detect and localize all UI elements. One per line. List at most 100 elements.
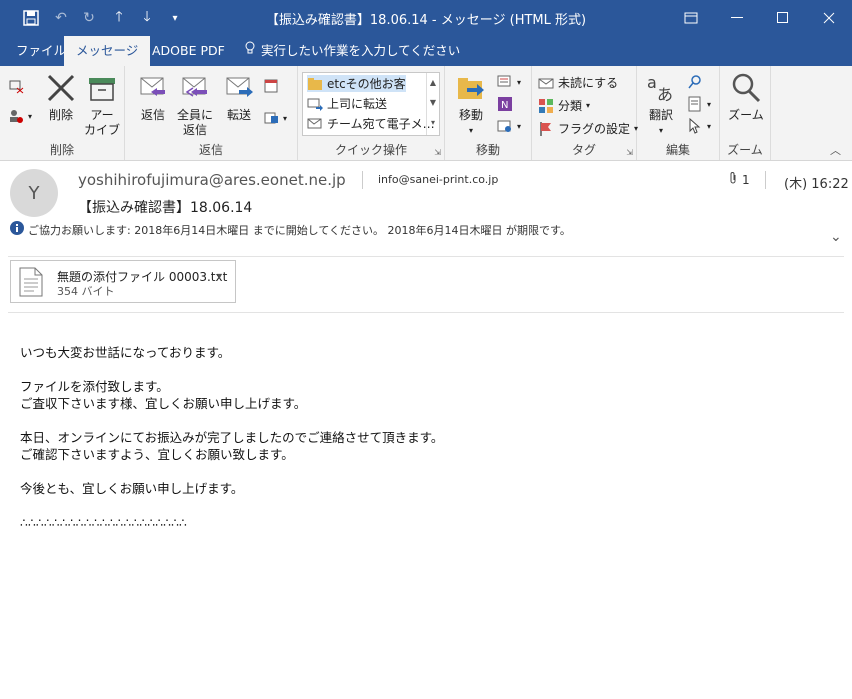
select-button[interactable]: ▾ [687,117,712,134]
restore-icon[interactable] [668,0,714,36]
close-icon[interactable] [806,0,852,36]
tab-adobe-pdf[interactable]: ADOBE PDF [140,36,237,66]
title-bar: ↶ ↻ 🡑 🡓 ▾ 【振込み確認書】18.06.14 - メッセージ (HTML… [0,0,852,36]
zoom-group-label: ズーム [727,143,763,157]
respond-group-label: 返信 [198,143,223,157]
reply-icon [137,72,169,104]
chevron-down-icon: ▾ [283,113,288,123]
quick-step-label: etcその他お客 [327,77,406,91]
quick-steps-group: etcその他お客 上司に転送 チーム宛て電子メ… ▲ ▼ ▾ クイック操作 ⇲ [298,66,445,160]
junk-button[interactable]: ▾ [8,108,32,124]
follow-up-button[interactable]: フラグの設定 ▾ [538,120,638,137]
quick-step-label: チーム宛て電子メ… [327,117,435,131]
categorize-button[interactable]: 分類 ▾ [538,97,590,114]
move-label: 移動 [458,108,483,122]
attachment-dropdown-icon[interactable]: ▾ [217,271,222,282]
onenote-button[interactable]: N [497,96,513,112]
reply-all-button[interactable]: 全員に 返信 [175,72,215,138]
info-bar: ご協力お願いします: 2018年6月14日木曜日 までに開始してください。 20… [10,221,571,238]
sender-address[interactable]: yoshihirofujimura@ares.eonet.ne.jp [78,171,346,189]
forward-icon [223,72,255,104]
tags-group-label: タグ [571,143,596,157]
archive-button[interactable]: アー カイブ [84,72,120,138]
svg-text:a: a [647,73,657,92]
body-line: ご確認下さいますよう、宜しくお願い致します。 [20,447,294,462]
move-group-label: 移動 [475,143,500,157]
chevron-down-icon: ▾ [517,121,522,131]
move-button[interactable]: 移動 ▾ [453,72,489,138]
more-respond-icon [263,110,279,126]
chevron-down-icon: ▾ [586,101,591,110]
team-email-icon [307,116,323,132]
attachment-chip[interactable]: 無題の添付ファイル 00003.txt 354 バイト ▾ [10,260,236,303]
tags-group: 未読にする 分類 ▾ フラグの設定 ▾ タグ ⇲ [532,66,638,160]
delete-icon [45,72,77,104]
message-body: いつも大変お世話になっております。 ファイルを添付致します。 ご査収下さいます様… [20,344,443,548]
cursor-icon [687,117,703,134]
edit-group-label: 編集 [665,143,690,157]
forward-button[interactable]: 転送 [221,72,257,123]
tell-me-box[interactable]: 実行したい作業を入力してください [232,36,472,66]
ignore-button[interactable] [8,78,24,94]
find-button[interactable] [687,74,703,90]
chevron-down-icon: ▾ [707,99,712,109]
tab-message[interactable]: メッセージ [64,36,151,66]
quick-steps-group-label: クイック操作 [334,143,407,157]
related-button[interactable]: ▾ [687,96,711,112]
actions-icon [497,118,513,134]
delete-group-label: 削除 [49,143,74,157]
divider [8,312,844,313]
info-text: ご協力お願いします: 2018年6月14日木曜日 までに開始してください。 20… [28,223,571,237]
zoom-label: ズーム [728,108,764,122]
reply-all-label-2: 返信 [182,123,207,137]
delete-label: 削除 [48,108,73,122]
body-line: ご査収下さいます様、宜しくお願い申し上げます。 [20,396,307,411]
ignore-icon [8,78,24,94]
junk-icon [8,108,24,124]
avatar[interactable]: Y [10,169,58,217]
minimize-icon[interactable] [714,0,760,36]
reply-button[interactable]: 返信 [135,72,171,123]
categorize-icon [538,98,554,114]
translate-button[interactable]: aあ 翻訳 ▾ [643,72,679,138]
actions-button[interactable]: ▾ [497,118,521,134]
respond-group: 返信 全員に 返信 転送 ▾ 返信 [125,66,298,160]
dialog-launcher-icon[interactable]: ⇲ [626,148,633,157]
recipient-address[interactable]: info@sanei-print.co.jp [378,173,498,186]
quick-step-item[interactable]: 上司に転送 [307,95,387,112]
folder-icon [307,76,323,92]
quick-step-item[interactable]: etcその他お客 [307,75,406,92]
attachment-size: 354 バイト [57,285,115,298]
text-file-icon [19,267,43,301]
svg-text:N: N [501,100,508,111]
svg-text:あ: あ [657,85,673,104]
archive-icon [86,72,118,104]
chevron-down-icon: ▾ [707,121,712,131]
body-line: ファイルを添付致します。 [20,379,169,394]
paperclip-icon [728,171,738,188]
rules-button[interactable]: ▾ [497,74,521,90]
dialog-launcher-icon[interactable]: ⇲ [434,148,441,157]
chevron-down-icon: ▾ [468,126,473,135]
follow-up-label: フラグの設定 [558,122,631,136]
move-group: 移動 ▾ ▾ N ▾ 移動 [445,66,532,160]
attachment-count: 1 [728,171,750,188]
delete-button[interactable]: 削除 [44,72,78,123]
meeting-button[interactable] [263,78,279,94]
chevron-down-icon: ▾ [28,111,33,121]
divider [362,171,363,189]
archive-label-1: アー [90,108,114,122]
reply-label: 返信 [140,108,165,122]
maximize-icon[interactable] [760,0,806,36]
more-respond-button[interactable]: ▾ [263,110,287,126]
mark-unread-label: 未読にする [558,76,619,90]
mark-unread-button[interactable]: 未読にする [538,74,618,91]
quick-step-item[interactable]: チーム宛て電子メ… [307,115,435,132]
expand-header-icon[interactable]: ⌄ [830,229,842,245]
reply-all-icon [179,72,211,104]
attachment-count-label: 1 [742,172,750,187]
collapse-ribbon-icon[interactable]: ︿ [830,142,841,158]
zoom-button[interactable]: ズーム [726,72,766,123]
quick-steps-scroll[interactable]: ▲ ▼ ▾ [426,73,439,135]
rules-icon [497,74,513,90]
